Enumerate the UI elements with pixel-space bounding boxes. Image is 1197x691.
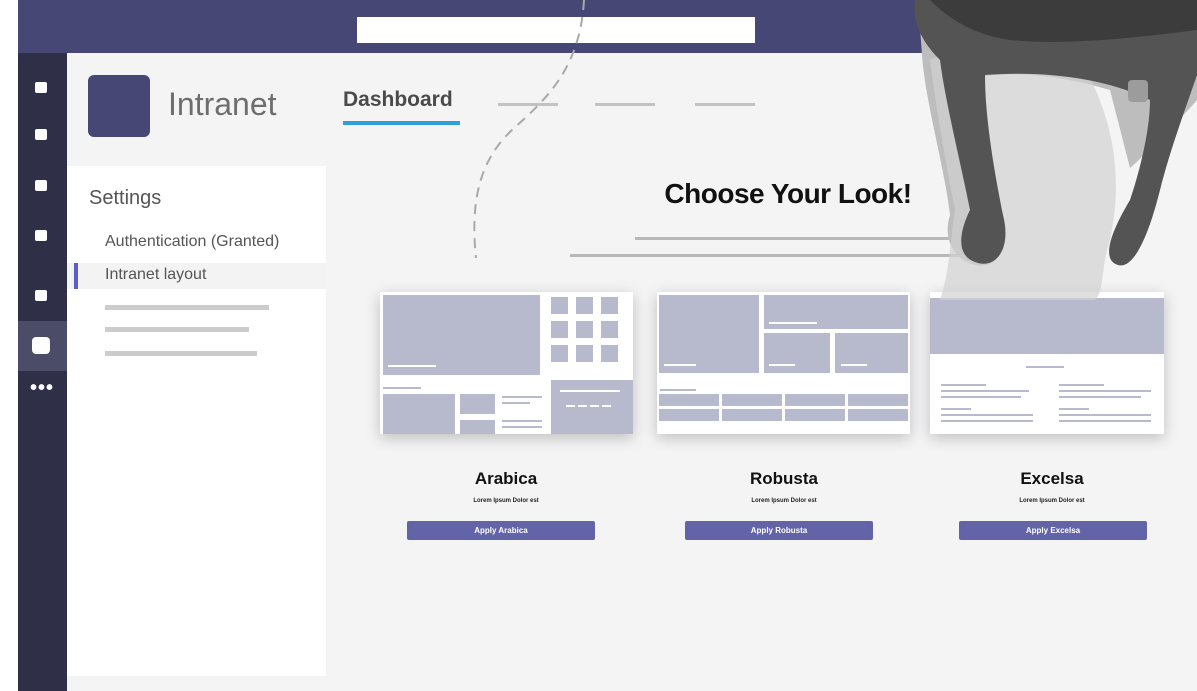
person-illustration: [914, 0, 1197, 301]
dashed-path: [473, 0, 585, 259]
figure-detail: [1128, 80, 1148, 102]
decorative-illustration: [473, 0, 1197, 301]
